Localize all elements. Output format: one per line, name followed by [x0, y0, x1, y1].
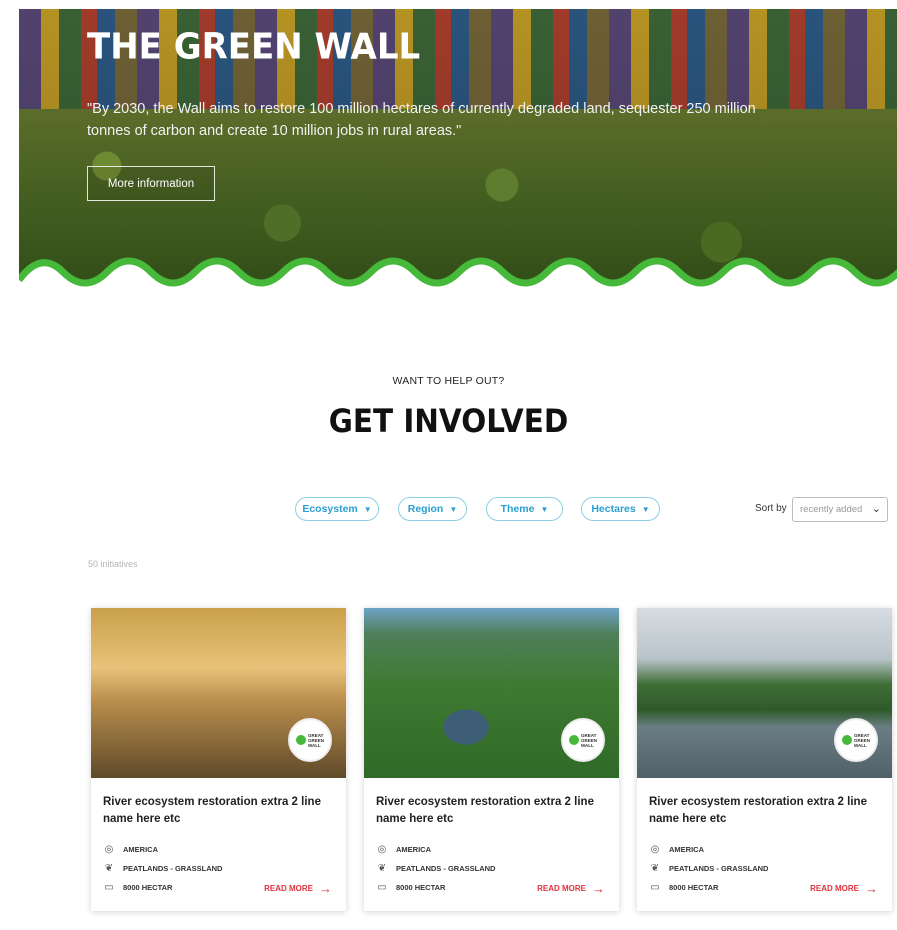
area-icon: ▭: [377, 882, 387, 893]
sort-select[interactable]: recently added ⌄: [792, 497, 888, 522]
great-green-wall-logo: GREAT GREEN WALL: [561, 718, 605, 762]
card-image: GREAT GREEN WALL: [91, 608, 346, 778]
location-pin-icon: ◎: [650, 844, 660, 855]
caret-down-icon: ▼: [449, 504, 458, 514]
sort-label: Sort by: [755, 503, 787, 514]
chevron-down-icon: ⌄: [871, 503, 881, 515]
results-count: 50 initiatives: [88, 559, 138, 569]
great-green-wall-logo: GREAT GREEN WALL: [288, 718, 332, 762]
more-information-button[interactable]: More information: [87, 166, 215, 201]
area-icon: ▭: [104, 882, 114, 893]
filter-theme[interactable]: Theme ▼: [486, 497, 563, 521]
area-icon: ▭: [650, 882, 660, 893]
card-ecosystem: ❦ PEATLANDS - GRASSLAND: [104, 863, 223, 874]
great-green-wall-logo: GREAT GREEN WALL: [834, 718, 878, 762]
green-wave-divider: [19, 257, 897, 300]
filter-label: Theme: [500, 503, 535, 515]
filter-hectares[interactable]: Hectares ▼: [581, 497, 660, 521]
card-region: ◎ AMERICA: [104, 844, 158, 855]
card-title[interactable]: River ecosystem restoration extra 2 line…: [649, 794, 881, 828]
card-image: GREAT GREEN WALL: [364, 608, 619, 778]
caret-down-icon: ▼: [641, 504, 650, 514]
card-region: ◎ AMERICA: [650, 844, 704, 855]
initiative-card[interactable]: GREAT GREEN WALL River ecosystem restora…: [91, 608, 346, 911]
leaf-icon: ❦: [377, 863, 387, 874]
leaf-icon: ❦: [104, 863, 114, 874]
caret-down-icon: ▼: [540, 504, 549, 514]
read-more-link[interactable]: READ MORE →: [264, 881, 332, 896]
filter-label: Hectares: [591, 503, 636, 515]
initiative-card[interactable]: GREAT GREEN WALL River ecosystem restora…: [637, 608, 892, 911]
card-area: ▭ 8000 HECTAR: [377, 882, 446, 893]
card-image: GREAT GREEN WALL: [637, 608, 892, 778]
arrow-right-icon: →: [319, 881, 332, 896]
card-area: ▭ 8000 HECTAR: [104, 882, 173, 893]
section-headline: GET INVOLVED: [328, 402, 569, 440]
location-pin-icon: ◎: [104, 844, 114, 855]
section-eyebrow: WANT TO HELP OUT?: [392, 375, 505, 387]
card-area: ▭ 8000 HECTAR: [650, 882, 719, 893]
sort-value: recently added: [800, 504, 863, 515]
read-more-link[interactable]: READ MORE →: [537, 881, 605, 896]
caret-down-icon: ▼: [363, 504, 372, 514]
card-title[interactable]: River ecosystem restoration extra 2 line…: [103, 794, 335, 828]
filter-ecosystem[interactable]: Ecosystem ▼: [295, 497, 379, 521]
card-ecosystem: ❦ PEATLANDS - GRASSLAND: [377, 863, 496, 874]
hero-title: THE GREEN WALL: [87, 26, 421, 68]
card-title[interactable]: River ecosystem restoration extra 2 line…: [376, 794, 608, 828]
filter-label: Ecosystem: [302, 503, 358, 515]
arrow-right-icon: →: [865, 881, 878, 896]
card-ecosystem: ❦ PEATLANDS - GRASSLAND: [650, 863, 769, 874]
filter-label: Region: [407, 503, 444, 515]
filter-region[interactable]: Region ▼: [398, 497, 467, 521]
read-more-link[interactable]: READ MORE →: [810, 881, 878, 896]
leaf-icon: ❦: [650, 863, 660, 874]
arrow-right-icon: →: [592, 881, 605, 896]
initiative-card[interactable]: GREAT GREEN WALL River ecosystem restora…: [364, 608, 619, 911]
hero-quote: "By 2030, the Wall aims to restore 100 m…: [87, 101, 756, 139]
card-region: ◎ AMERICA: [377, 844, 431, 855]
location-pin-icon: ◎: [377, 844, 387, 855]
